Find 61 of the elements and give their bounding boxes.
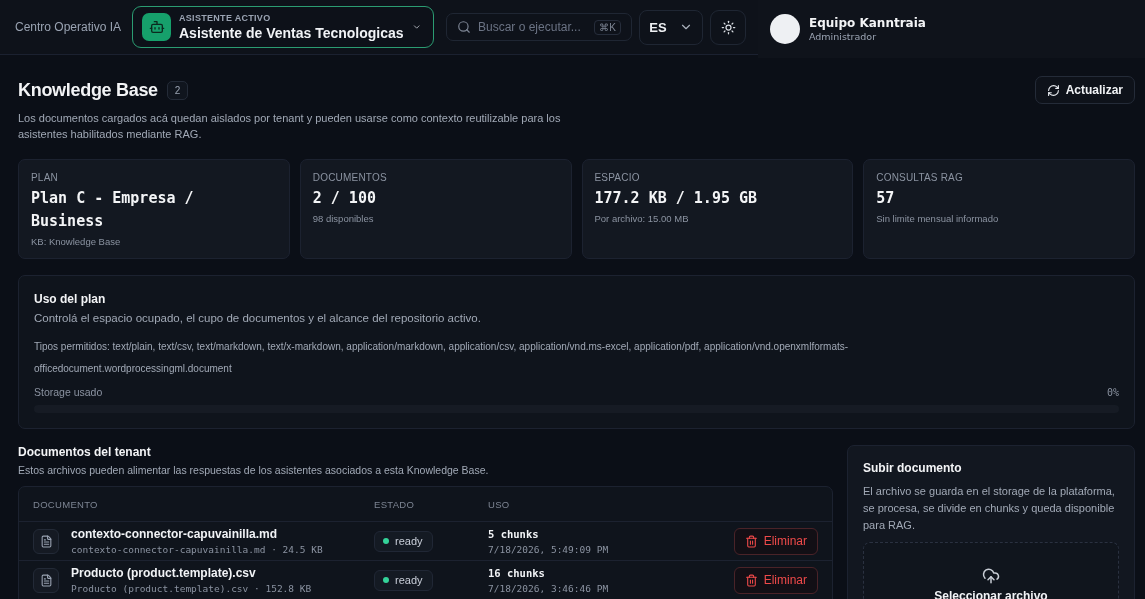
stat-value: 177.2 KB / 1.95 GB bbox=[594, 188, 759, 209]
app-title: Centro Operativo IA bbox=[15, 20, 123, 34]
column-header: USO bbox=[488, 498, 511, 510]
stat-value: 57 bbox=[876, 188, 896, 209]
cloud-upload-icon bbox=[982, 567, 1000, 585]
allowed-types-text: Tipos permitidos: text/plain, text/csv, text/markdown, text/x-markdown, application/markdown, application/csv, application/vnd.ms-excel, application/pdf, application/vnd.openxmlformats-officedocument.wordprocessingml.document bbox=[34, 340, 850, 376]
chunk-count: 16 chunks bbox=[488, 566, 546, 579]
document-name: Producto (product.template).csv bbox=[71, 566, 257, 580]
stat-value: 2 / 100 bbox=[312, 188, 377, 209]
delete-button[interactable]: Eliminar bbox=[733, 566, 818, 594]
page-title: Knowledge Base bbox=[18, 79, 158, 101]
stat-note: KB: Knowledge Base bbox=[31, 236, 122, 247]
delete-button[interactable]: Eliminar bbox=[733, 527, 818, 555]
document-info: contexto-connector-capuvainilla.md · 24.5 KB bbox=[71, 544, 323, 555]
column-header: ESTADO bbox=[374, 498, 416, 510]
document-count: 2 bbox=[166, 80, 189, 100]
assistant-label: ASISTENTE ACTIVO bbox=[179, 13, 272, 23]
column-header: DOCUMENTO bbox=[33, 498, 99, 510]
shortcut-key: ⌘K bbox=[594, 19, 621, 35]
refresh-icon bbox=[1046, 83, 1060, 97]
storage-reading: 0% bbox=[1106, 386, 1119, 398]
user-name: Equipo Kanntraia bbox=[809, 16, 926, 30]
theme-button[interactable] bbox=[710, 9, 746, 45]
stat-label: CONSULTAS RAG bbox=[876, 172, 964, 183]
upload-description: El archivo se guarda en el storage de la plataforma, se procesa, se divide en chunks y queda disponible para RAG. bbox=[863, 484, 1116, 533]
status-label: ready bbox=[395, 535, 423, 547]
sun-icon bbox=[720, 19, 736, 35]
stat-note: Por archivo: 15.00 MB bbox=[594, 213, 690, 224]
stat-note: 98 disponibles bbox=[312, 213, 375, 224]
stat-value: Plan C - Empresa / Business bbox=[31, 188, 195, 232]
storage-label: Storage usado bbox=[34, 386, 103, 398]
stat-label: DOCUMENTOS bbox=[312, 172, 388, 183]
stat-note: Sin limite mensual informado bbox=[876, 213, 1000, 224]
refresh-button[interactable]: Actualizar bbox=[1034, 76, 1135, 104]
document-date: 7/18/2026, 3:46:46 PM bbox=[488, 582, 610, 594]
stat-label: ESPACIO bbox=[594, 172, 641, 183]
section-title: Uso del plan bbox=[34, 292, 107, 306]
status-label: ready bbox=[395, 574, 423, 586]
chunk-count: 5 chunks bbox=[488, 527, 540, 540]
search-placeholder: Buscar o ejecutar... bbox=[478, 20, 582, 34]
section-title: Documentos del tenant bbox=[18, 445, 152, 459]
section-title: Subir documento bbox=[863, 461, 963, 475]
trash-icon bbox=[744, 534, 758, 548]
assistant-name: Asistente de Ventas Tecnologicas bbox=[179, 25, 404, 41]
document-info: Producto (product.template).csv · 152.8 KB bbox=[71, 583, 312, 594]
page-description: Los documentos cargados acá quedan aislados por tenant y pueden usarse como contexto reutilizable para los asistentes habilitados mediante RAG. bbox=[18, 111, 562, 142]
search-field[interactable]: Buscar o ejecutar... ⌘K bbox=[446, 13, 632, 41]
avatar bbox=[770, 14, 800, 44]
trash-icon bbox=[744, 573, 758, 587]
stat-label: PLAN bbox=[31, 172, 59, 183]
assistant-selector[interactable]: ASISTENTE ACTIVO Asistente de Ventas Tecnologicas bbox=[132, 6, 434, 48]
language-button[interactable]: ES bbox=[639, 9, 703, 45]
robot-icon bbox=[142, 13, 171, 41]
document-name: contexto-connector-capuvainilla.md bbox=[71, 527, 279, 541]
section-subtitle: Estos archivos pueden alimentar las respuestas de los asistentes asociados a esta Knowledge Base. bbox=[18, 464, 490, 476]
document-date: 7/18/2026, 5:49:09 PM bbox=[488, 543, 610, 555]
section-subtitle: Controlá el espacio ocupado, el cupo de documentos y el alcance del repositorio activo. bbox=[34, 312, 482, 324]
file-icon bbox=[33, 528, 59, 554]
user-role: Administrador bbox=[809, 31, 878, 42]
search-icon bbox=[457, 20, 471, 34]
file-icon bbox=[33, 567, 59, 593]
